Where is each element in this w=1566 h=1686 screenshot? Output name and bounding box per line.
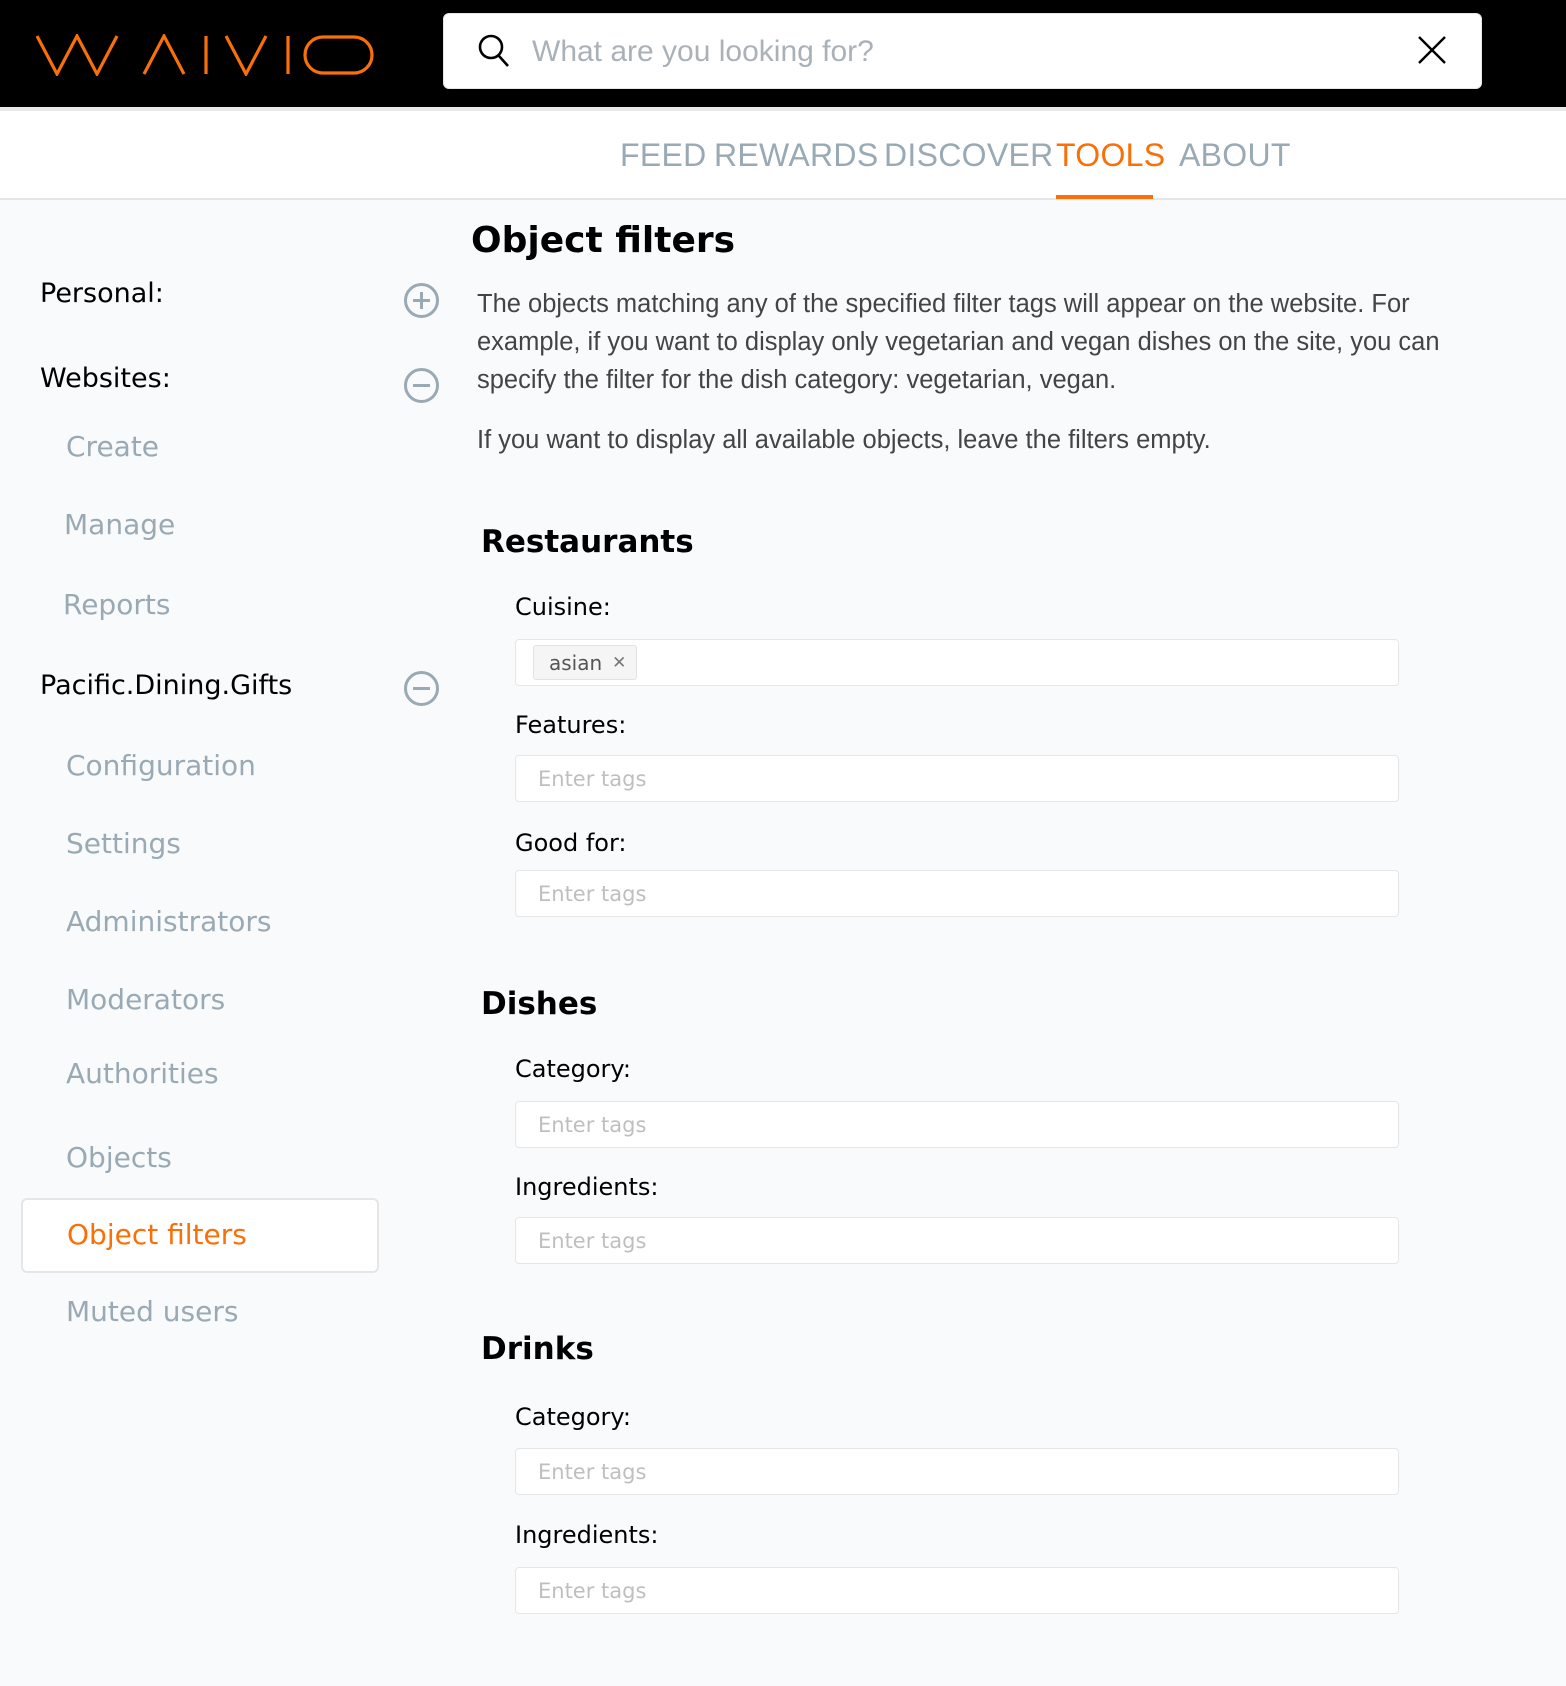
sidebar-item-configuration[interactable]: Configuration [66, 749, 256, 782]
field-label: Ingredients: [515, 1173, 659, 1201]
sidebar-item-objects[interactable]: Objects [66, 1141, 172, 1174]
field-label: Ingredients: [515, 1521, 659, 1549]
section-restaurants-title: Restaurants [481, 524, 694, 560]
nav-feed[interactable]: FEED [620, 137, 707, 174]
sidebar-group-site: Pacific.Dining.Gifts [40, 670, 293, 701]
sidebar-group-personal: Personal: [40, 278, 164, 309]
sidebar-item-label: Object filters [67, 1218, 247, 1251]
drink-category-tag-field [515, 1448, 1399, 1495]
sidebar-group-websites: Websites: [40, 363, 171, 394]
tag-chip: asian ✕ [533, 645, 638, 680]
features-tag-field [515, 755, 1399, 802]
sidebar-item-manage[interactable]: Manage [64, 508, 175, 541]
field-label: Category: [515, 1403, 631, 1431]
dish-ingredients-tag-field [515, 1217, 1399, 1264]
sidebar-item-reports[interactable]: Reports [63, 588, 170, 621]
nav-tools[interactable]: TOOLS [1056, 137, 1165, 174]
dish-category-tag-field [515, 1101, 1399, 1148]
tag-chip-label: asian [549, 650, 603, 675]
good-for-tag-field [515, 870, 1399, 917]
sidebar-item-administrators[interactable]: Administrators [66, 905, 271, 938]
dish-ingredients-tag-input[interactable] [538, 1224, 1378, 1258]
section-dishes-title: Dishes [481, 986, 598, 1022]
drink-category-tag-input[interactable] [538, 1455, 1378, 1489]
nav-about[interactable]: ABOUT [1179, 137, 1291, 174]
cuisine-tag-input[interactable]: asian ✕ [515, 639, 1399, 686]
close-icon[interactable] [1416, 34, 1448, 66]
search-bar [443, 13, 1482, 89]
minus-circle-icon[interactable] [403, 367, 440, 404]
search-icon[interactable] [478, 34, 510, 68]
plus-circle-icon[interactable] [403, 282, 440, 319]
page-note: If you want to display all available obj… [477, 426, 1211, 454]
page-description: The objects matching any of the specifie… [477, 290, 1440, 394]
drink-ingredients-tag-field [515, 1567, 1399, 1614]
field-label: Cuisine: [515, 593, 611, 621]
sidebar-item-create[interactable]: Create [66, 430, 159, 463]
sidebar-item-moderators[interactable]: Moderators [66, 983, 225, 1016]
sidebar-item-muted-users[interactable]: Muted users [66, 1295, 238, 1328]
remove-tag-icon[interactable]: ✕ [612, 653, 626, 673]
section-drinks-title: Drinks [481, 1331, 594, 1367]
page-title: Object filters [471, 220, 736, 261]
features-tag-input[interactable] [538, 762, 1378, 796]
search-input[interactable] [532, 28, 1382, 76]
nav-active-indicator [1056, 195, 1153, 199]
drink-ingredients-tag-input[interactable] [538, 1574, 1378, 1608]
field-label: Features: [515, 711, 627, 739]
field-label: Good for: [515, 829, 627, 857]
sidebar-item-settings[interactable]: Settings [66, 827, 181, 860]
field-label: Category: [515, 1055, 631, 1083]
nav-discover[interactable]: DISCOVER [884, 137, 1054, 174]
minus-circle-icon[interactable] [403, 670, 440, 707]
sidebar-item-authorities[interactable]: Authorities [66, 1057, 219, 1090]
nav-rewards[interactable]: REWARDS [714, 137, 878, 174]
waivio-logo[interactable]: WAIVIO [36, 34, 374, 76]
main-nav: FEED REWARDS DISCOVER TOOLS ABOUT [0, 107, 1566, 200]
top-bar: WAIVIO [0, 0, 1566, 107]
sidebar-item-object-filters[interactable]: Object filters [21, 1198, 379, 1273]
dish-category-tag-input[interactable] [538, 1108, 1378, 1142]
good-for-tag-input[interactable] [538, 877, 1378, 911]
